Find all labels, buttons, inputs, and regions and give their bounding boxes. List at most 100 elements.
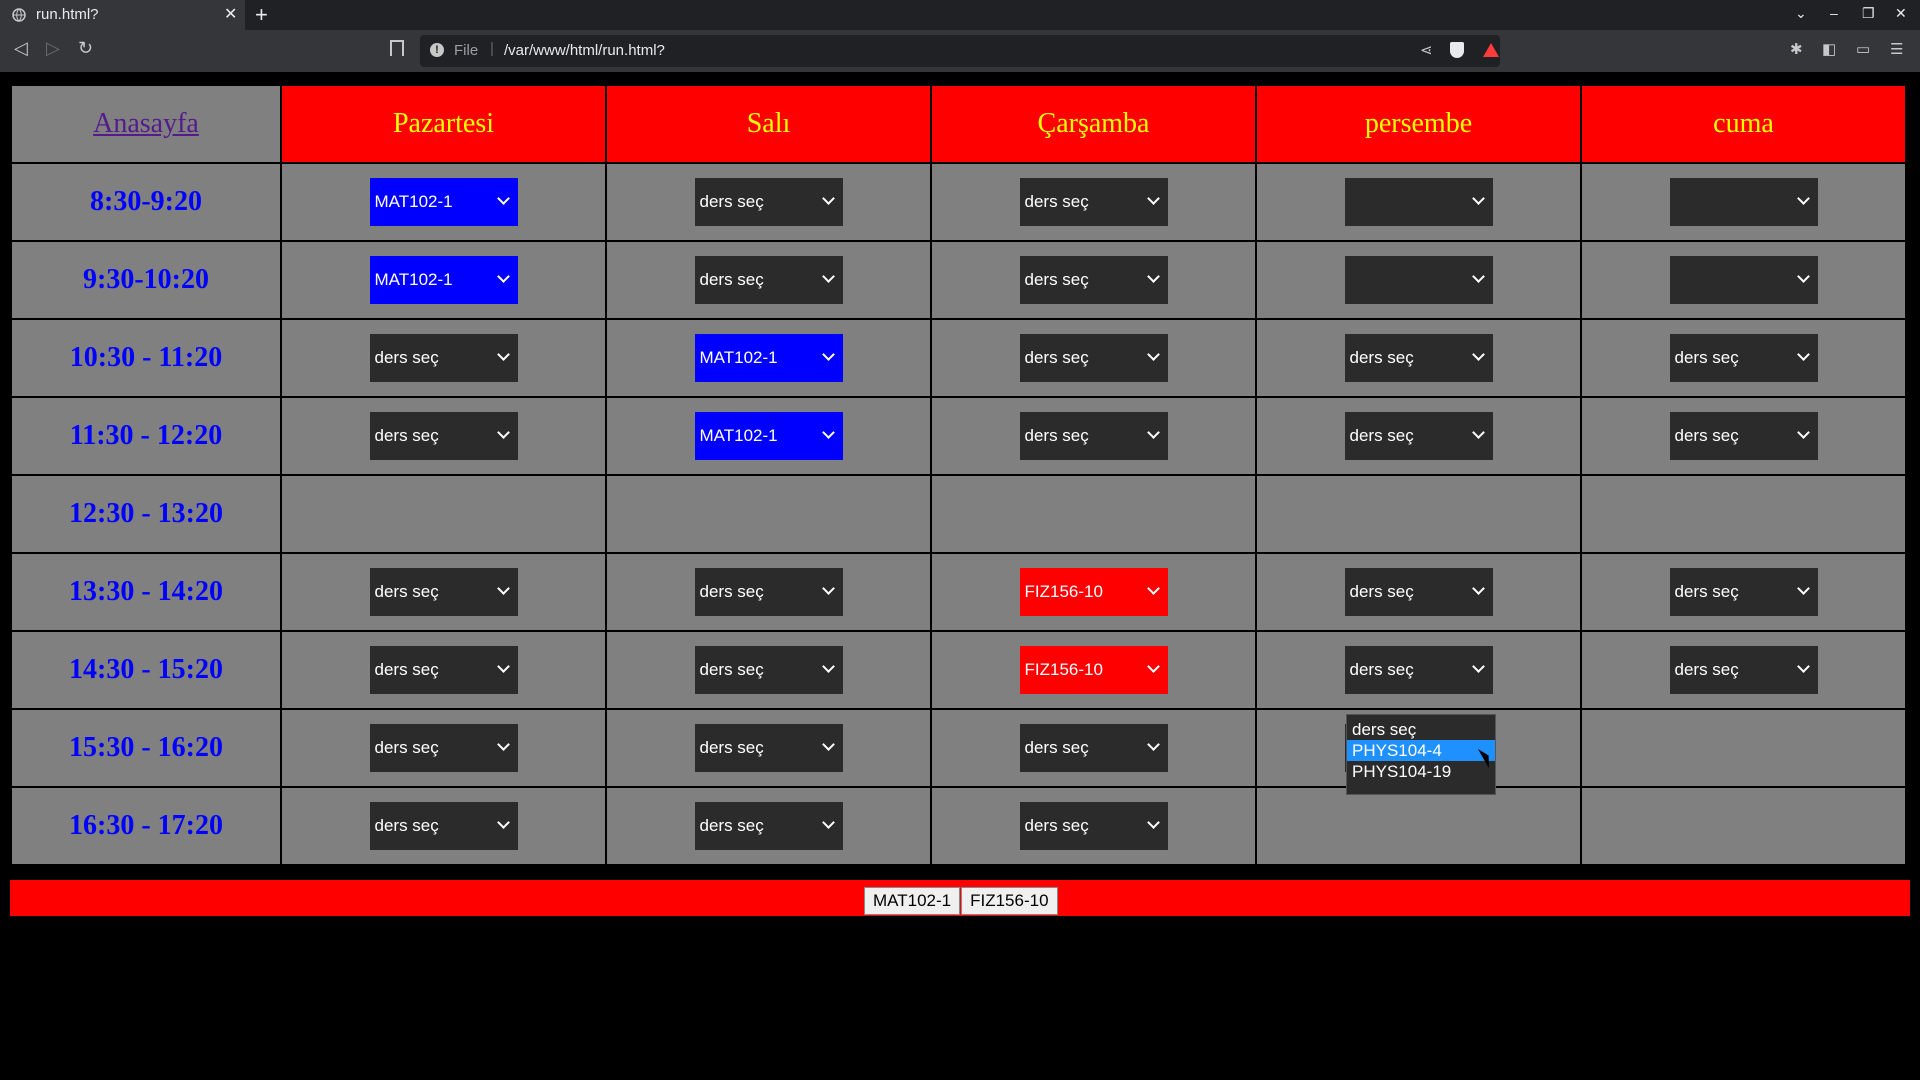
course-chip[interactable]: MAT102-1 (864, 887, 961, 915)
dropdown-option[interactable]: ders seç (1347, 719, 1495, 740)
extensions-icon[interactable]: ✱ (1790, 40, 1806, 58)
schedule-cell (280, 474, 607, 554)
browser-tab[interactable]: run.html? ✕ (0, 0, 245, 30)
schedule-cell: ders seç (605, 630, 932, 710)
dropdown-option[interactable]: PHYS104-4 (1347, 740, 1495, 761)
maximize-icon[interactable]: ❐ (1862, 5, 1875, 22)
minimize-icon[interactable]: – (1830, 5, 1838, 21)
bookmark-icon[interactable] (390, 40, 404, 56)
schedule-cell: MAT102-1 (280, 240, 607, 320)
new-tab-icon[interactable]: + (255, 2, 268, 28)
course-select[interactable]: ders seç (694, 256, 843, 304)
back-icon[interactable]: ◁ (14, 38, 28, 59)
menu-icon[interactable]: ☰ (1890, 40, 1906, 58)
course-select[interactable]: ders seç (1344, 646, 1493, 694)
dropdown-option[interactable]: PHYS104-19 (1347, 761, 1495, 782)
course-select[interactable]: ders seç (369, 334, 518, 382)
time-slot-label: 12:30 - 13:20 (10, 474, 282, 554)
chevron-down-icon (1146, 348, 1160, 361)
course-select[interactable]: ders seç (1344, 568, 1493, 616)
sidebar-icon[interactable]: ◧ (1822, 40, 1838, 58)
course-select[interactable]: MAT102-1 (369, 256, 518, 304)
url-text[interactable]: /var/www/html/run.html? (504, 42, 665, 59)
course-select[interactable] (1344, 178, 1493, 226)
course-select[interactable]: ders seç (369, 802, 518, 850)
course-chip[interactable]: FIZ156-10 (961, 887, 1058, 915)
course-select[interactable]: ders seç (369, 568, 518, 616)
chevron-down-icon (1146, 582, 1160, 595)
tab-close-icon[interactable]: ✕ (224, 4, 237, 24)
home-link[interactable]: Anasayfa (93, 108, 199, 139)
schedule-cell: MAT102-1 (605, 318, 932, 398)
course-select[interactable]: ders seç (694, 724, 843, 772)
course-select[interactable]: ders seç (1019, 334, 1168, 382)
schedule-cell: ders seç (930, 708, 1257, 788)
course-select[interactable] (1669, 256, 1818, 304)
tab-search-icon[interactable]: ⌄ (1795, 5, 1807, 22)
course-select[interactable]: ders seç (694, 802, 843, 850)
time-slot-label: 14:30 - 15:20 (10, 630, 282, 710)
course-select[interactable]: ders seç (369, 724, 518, 772)
schedule-row: 11:30 - 12:20 ders seç MAT102-1 ders seç der… (10, 396, 1907, 476)
course-dropdown-list: ders seç PHYS104-4 PHYS104-19 (1346, 714, 1496, 795)
schedule-cell: ders seç (930, 240, 1257, 320)
course-select[interactable]: ders seç (1669, 412, 1818, 460)
share-icon[interactable]: ⋖ (1420, 41, 1433, 59)
course-select-value: ders seç (699, 816, 764, 835)
schedule-cell: ders seç (605, 786, 932, 866)
course-select[interactable]: ders seç (694, 178, 843, 226)
chevron-down-icon (1471, 660, 1485, 673)
course-select[interactable]: ders seç (1019, 256, 1168, 304)
course-select-value: ders seç (374, 816, 439, 835)
reload-icon[interactable]: ↻ (78, 38, 93, 59)
course-select-value: ders seç (1674, 426, 1739, 445)
schedule-row: 13:30 - 14:20 ders seç ders seç FIZ156-10 de… (10, 552, 1907, 632)
course-select[interactable]: ders seç (1019, 724, 1168, 772)
course-select[interactable]: MAT102-1 (369, 178, 518, 226)
course-select[interactable]: ders seç (1019, 802, 1168, 850)
course-select[interactable]: ders seç (1344, 412, 1493, 460)
course-select-value: MAT102-1 (699, 426, 778, 445)
schedule-cell: FIZ156-10 (930, 552, 1257, 632)
course-select[interactable]: FIZ156-10 (1019, 646, 1168, 694)
course-select[interactable] (1669, 178, 1818, 226)
brave-rewards-icon[interactable] (1483, 43, 1499, 57)
course-select[interactable]: MAT102-1 (694, 412, 843, 460)
schedule-cell: ders seç (930, 318, 1257, 398)
chevron-down-icon (1471, 582, 1485, 595)
time-slot-label: 16:30 - 17:20 (10, 786, 282, 866)
time-slot-label: 15:30 - 16:20 (10, 708, 282, 788)
brave-shield-icon[interactable] (1450, 42, 1464, 58)
schedule-cell (1255, 162, 1582, 242)
forward-icon[interactable]: ▷ (46, 38, 60, 59)
course-select[interactable]: ders seç (1669, 334, 1818, 382)
address-bar[interactable]: ! File | /var/www/html/run.html? ⋖ (420, 35, 1500, 67)
course-select[interactable] (1344, 256, 1493, 304)
course-select[interactable]: ders seç (1344, 334, 1493, 382)
course-select[interactable]: ders seç (369, 412, 518, 460)
schedule-cell: ders seç (1580, 630, 1907, 710)
course-select[interactable]: FIZ156-10 (1019, 568, 1168, 616)
site-info-icon[interactable]: ! (430, 43, 444, 57)
course-select[interactable]: ders seç (694, 646, 843, 694)
schedule-cell (605, 474, 932, 554)
wallet-icon[interactable]: ▭ (1856, 40, 1872, 58)
course-select[interactable]: ders seç (369, 646, 518, 694)
schedule-cell: ders seç (930, 786, 1257, 866)
window-close-icon[interactable]: ✕ (1895, 5, 1907, 22)
course-select[interactable]: ders seç (1669, 646, 1818, 694)
url-separator: | (490, 40, 494, 57)
course-select[interactable]: ders seç (1019, 178, 1168, 226)
schedule-cell: ders seç (1580, 552, 1907, 632)
course-select[interactable]: ders seç (1669, 568, 1818, 616)
course-select[interactable]: ders seç (1019, 412, 1168, 460)
url-scheme: File (454, 42, 479, 59)
course-select[interactable]: ders seç (694, 568, 843, 616)
chevron-down-icon (1146, 426, 1160, 439)
chevron-down-icon (821, 348, 835, 361)
course-select[interactable]: MAT102-1 (694, 334, 843, 382)
schedule-cell: ders seç (605, 708, 932, 788)
chevron-down-icon (496, 582, 510, 595)
chevron-down-icon (496, 816, 510, 829)
course-select-value: ders seç (1674, 348, 1739, 367)
